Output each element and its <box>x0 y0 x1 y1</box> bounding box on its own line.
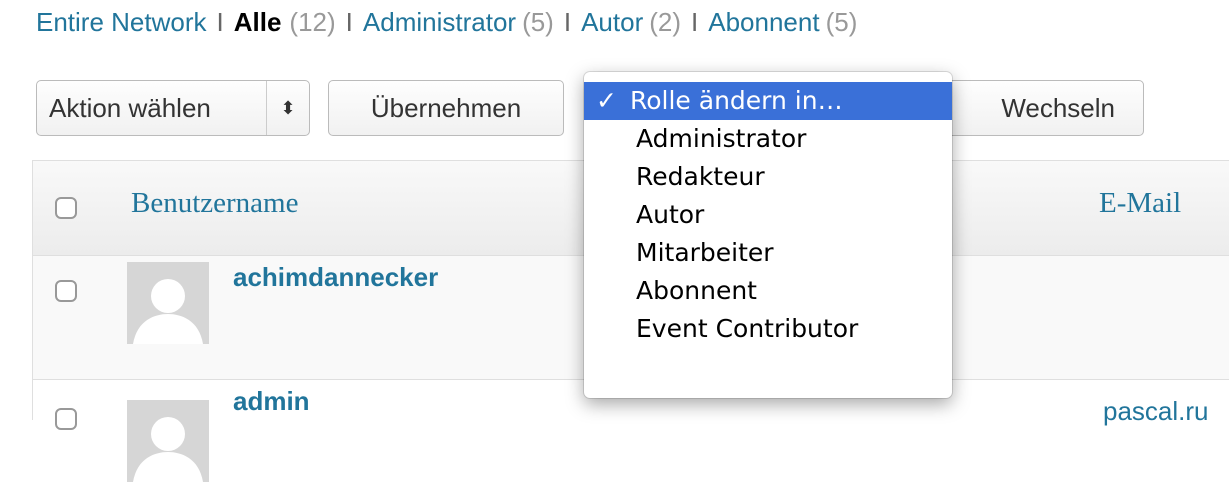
bulk-action-select[interactable]: Aktion wählen ⬍ <box>36 80 310 136</box>
role-option-autor[interactable]: Autor <box>584 196 952 234</box>
filter-autor[interactable]: Autor <box>581 7 643 38</box>
filter-entire-network[interactable]: Entire Network <box>36 7 207 38</box>
avatar <box>127 400 209 482</box>
column-header-username[interactable]: Benutzername <box>131 187 298 220</box>
switch-role-button[interactable]: Wechseln <box>932 80 1144 136</box>
select-all-checkbox[interactable] <box>55 197 77 219</box>
user-role-filters: Entire Network I Alle (12) I Administrat… <box>36 4 857 40</box>
filter-administrator-count: (5) <box>522 6 554 37</box>
filter-administrator[interactable]: Administrator <box>363 7 516 38</box>
role-option-placeholder[interactable]: ✓ Rolle ändern in… <box>584 82 952 120</box>
row-checkbox[interactable] <box>55 280 77 302</box>
filter-autor-count: (2) <box>649 6 682 37</box>
row-checkbox[interactable] <box>55 408 77 430</box>
role-option-label: Rolle ändern in… <box>630 86 843 115</box>
role-option-abonnent[interactable]: Abonnent <box>584 272 952 310</box>
apply-button[interactable]: Übernehmen <box>328 80 564 136</box>
filter-separator: I <box>691 6 699 37</box>
username-link[interactable]: admin <box>233 386 310 417</box>
filter-separator: I <box>216 6 224 37</box>
role-option-administrator[interactable]: Administrator <box>584 120 952 158</box>
role-change-dropdown[interactable]: ✓ Rolle ändern in… Administrator Redakteu… <box>584 72 952 398</box>
role-option-mitarbeiter[interactable]: Mitarbeiter <box>584 234 952 272</box>
avatar <box>127 262 209 344</box>
role-option-event-contributor[interactable]: Event Contributor <box>584 310 952 348</box>
filter-separator: I <box>563 6 572 37</box>
username-link[interactable]: achimdannecker <box>233 262 438 293</box>
filter-abonnent[interactable]: Abonnent <box>708 7 819 38</box>
bulk-action-label: Aktion wählen <box>49 92 211 123</box>
filter-all-count: (12) <box>289 6 336 37</box>
role-option-redakteur[interactable]: Redakteur <box>584 158 952 196</box>
filter-all[interactable]: Alle <box>234 7 282 38</box>
checkmark-icon: ✓ <box>596 86 617 115</box>
filter-abonnent-count: (5) <box>825 6 858 37</box>
select-arrows-icon: ⬍ <box>266 81 309 135</box>
email-link[interactable]: pascal.ru <box>1103 396 1209 427</box>
filter-separator: I <box>345 6 353 37</box>
column-header-email[interactable]: E-Mail <box>1099 187 1181 220</box>
